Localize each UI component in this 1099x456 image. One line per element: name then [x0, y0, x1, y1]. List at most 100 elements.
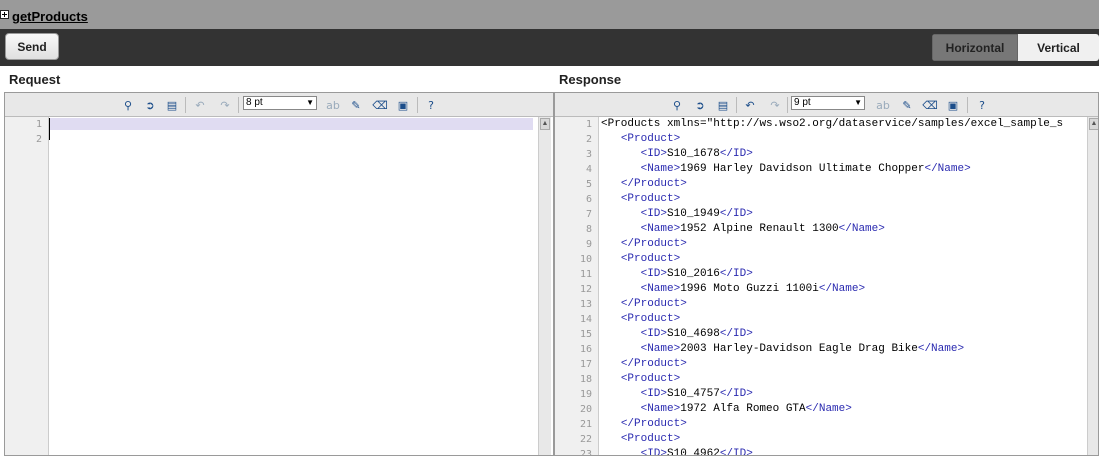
response-line-gutter: 1 2 3 4 5 6 7 8 9 10 11 12 13 14 15 16 17 18 19 20 21 22 23: [555, 117, 599, 455]
line-number: 8: [585, 224, 592, 235]
request-line-gutter: 1 2: [5, 117, 49, 455]
line-number: 10: [579, 254, 592, 265]
xml-close-tag: </ID>: [719, 148, 753, 160]
xml-open-tag: <ID>: [640, 148, 668, 160]
line-number: 6: [585, 194, 592, 205]
line-number: 4: [585, 164, 592, 175]
line-number: 2: [585, 134, 592, 145]
vertical-layout-button[interactable]: Vertical: [1018, 34, 1099, 61]
horizontal-layout-button[interactable]: Horizontal: [932, 34, 1018, 61]
layout-toggle: Horizontal Vertical: [932, 34, 1099, 61]
goto-line-icon[interactable]: ➲: [142, 97, 158, 113]
code-line: <Name>1969 Harley Davidson Ultimate Chop…: [601, 162, 1085, 177]
request-editor[interactable]: ⚲ ➲ ▤ ↶ ↷ 8 pt ab ✎ ⌫ ▣ ? 1 2 ▲: [4, 92, 554, 456]
toggle-editor-icon[interactable]: ▣: [945, 97, 961, 113]
xml-text: S10_2016: [667, 268, 720, 280]
xml-close-tag: </ID>: [719, 208, 753, 220]
scroll-up-icon[interactable]: ▲: [1089, 118, 1098, 130]
send-button[interactable]: Send: [5, 33, 59, 60]
expand-icon[interactable]: [0, 10, 9, 19]
xml-text: S10_4757: [667, 388, 720, 400]
toggle-editor-icon[interactable]: ▣: [395, 97, 411, 113]
request-scrollbar[interactable]: ▲: [538, 117, 551, 455]
line-number: 2: [35, 134, 42, 145]
find-icon[interactable]: ⚲: [669, 97, 685, 113]
help-icon[interactable]: ?: [974, 97, 990, 113]
operation-title[interactable]: getProducts: [12, 9, 88, 24]
xml-open-tag: <ID>: [640, 328, 668, 340]
code-line: <Product>: [601, 372, 1085, 387]
toolbar-divider: [787, 97, 788, 113]
line-number: 18: [579, 374, 592, 385]
spellcheck-icon[interactable]: ab: [325, 97, 341, 113]
reindent-icon[interactable]: ✎: [899, 97, 915, 113]
code-line: <Name>2003 Harley-Davidson Eagle Drag Bi…: [601, 342, 1085, 357]
line-number: 16: [579, 344, 592, 355]
code-line: <Name>1996 Moto Guzzi 1100i</Name>: [601, 282, 1085, 297]
xml-open-tag: <Product>: [620, 373, 681, 385]
select-all-icon[interactable]: ▤: [164, 97, 180, 113]
eraser-icon[interactable]: ⌫: [372, 97, 388, 113]
help-icon[interactable]: ?: [423, 97, 439, 113]
scroll-up-icon[interactable]: ▲: [540, 118, 550, 130]
operation-header: getProducts: [0, 0, 1099, 29]
active-line-highlight: [49, 118, 533, 130]
response-code[interactable]: <Products xmlns="http://ws.wso2.org/data…: [601, 117, 1085, 455]
code-line: <Product>: [601, 312, 1085, 327]
xml-open-tag: <Product>: [620, 133, 681, 145]
xml-close-tag: </Name>: [818, 283, 866, 295]
code-line: <ID>S10_2016</ID>: [601, 267, 1085, 282]
xml-text: S10_4962: [667, 448, 720, 455]
font-size-select[interactable]: 9 pt: [791, 96, 865, 110]
line-number: 14: [579, 314, 592, 325]
xml-open-tag: <Product>: [620, 253, 681, 265]
font-size-select[interactable]: 8 pt: [243, 96, 317, 110]
request-label: Request: [9, 72, 61, 87]
response-editor[interactable]: ⚲ ➲ ▤ ↶ ↷ 9 pt ab ✎ ⌫ ▣ ? 12345678910111…: [554, 92, 1099, 456]
spellcheck-icon[interactable]: ab: [875, 97, 891, 113]
redo-icon[interactable]: ↷: [767, 97, 783, 113]
line-number: 9: [585, 239, 592, 250]
xml-close-tag: </ID>: [719, 328, 753, 340]
xml-open-tag: <Product>: [620, 313, 681, 325]
code-line: <ID>S10_1949</ID>: [601, 207, 1085, 222]
select-all-icon[interactable]: ▤: [715, 97, 731, 113]
request-toolbar: ⚲ ➲ ▤ ↶ ↷ 8 pt ab ✎ ⌫ ▣ ?: [5, 93, 553, 117]
redo-icon[interactable]: ↷: [217, 97, 233, 113]
xml-text: 2003 Harley-Davidson Eagle Drag Bike: [680, 343, 918, 355]
xml-close-tag: </ID>: [719, 268, 753, 280]
code-line: <ID>S10_4698</ID>: [601, 327, 1085, 342]
xml-open-tag: <ID>: [640, 448, 668, 455]
response-scrollbar[interactable]: ▲: [1087, 117, 1098, 455]
line-number: 15: [579, 329, 592, 340]
line-number: 19: [579, 389, 592, 400]
goto-line-icon[interactable]: ➲: [692, 97, 708, 113]
xml-open-tag: <Products: [601, 118, 661, 130]
line-number: 12: [579, 284, 592, 295]
xml-close-tag: </ID>: [719, 388, 753, 400]
undo-icon[interactable]: ↶: [742, 97, 758, 113]
xml-text: 1996 Moto Guzzi 1100i: [680, 283, 819, 295]
reindent-icon[interactable]: ✎: [348, 97, 364, 113]
xml-text: 1952 Alpine Renault 1300: [680, 223, 839, 235]
xml-open-tag: </Product>: [620, 238, 687, 250]
find-icon[interactable]: ⚲: [120, 97, 136, 113]
xml-open-tag: <Name>: [640, 163, 681, 175]
toolbar-divider: [967, 97, 968, 113]
code-line: </Product>: [601, 357, 1085, 372]
undo-icon[interactable]: ↶: [192, 97, 208, 113]
eraser-icon[interactable]: ⌫: [922, 97, 938, 113]
